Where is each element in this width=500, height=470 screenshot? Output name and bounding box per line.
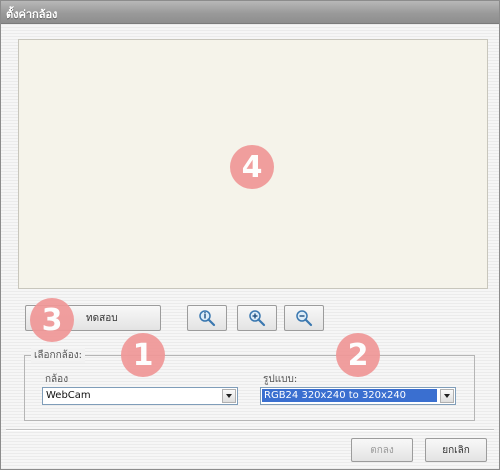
camera-selection-group-label: เลือกกล้อง: <box>31 348 86 363</box>
cancel-button-label: ยกเลิก <box>442 444 470 456</box>
camera-label: กล้อง <box>45 374 69 385</box>
magnifier-plus-icon <box>249 310 266 327</box>
annotation-badge-4: 4 <box>230 145 274 189</box>
title-bar[interactable]: ตั้งค่ากล้อง <box>1 1 499 24</box>
chevron-down-icon[interactable] <box>440 389 454 403</box>
window-title: ตั้งค่ากล้อง <box>6 8 58 21</box>
footer-separator <box>6 429 494 431</box>
magnifier-fit-icon <box>199 310 216 327</box>
test-button-label: ทดสอบ <box>86 312 118 324</box>
ok-button-label: ตกลง <box>370 444 394 456</box>
cancel-button[interactable]: ยกเลิก <box>425 438 487 462</box>
zoom-fit-button[interactable] <box>187 305 227 331</box>
annotation-badge-3: 3 <box>30 298 74 342</box>
chevron-down-icon[interactable] <box>222 389 236 403</box>
zoom-out-button[interactable] <box>284 305 324 331</box>
format-select[interactable]: RGB24 320x240 to 320x240 <box>260 387 456 405</box>
camera-select-value: WebCam <box>46 390 91 401</box>
format-select-value: RGB24 320x240 to 320x240 <box>262 389 437 402</box>
magnifier-minus-icon <box>296 310 313 327</box>
zoom-in-button[interactable] <box>237 305 277 331</box>
format-label: รูปแบบ: <box>263 374 298 385</box>
camera-settings-dialog: ตั้งค่ากล้อง ทดสอบ เลือกกล้อง: กล้อง Web… <box>0 0 500 470</box>
camera-select[interactable]: WebCam <box>42 387 238 405</box>
annotation-badge-2: 2 <box>336 333 380 377</box>
annotation-badge-1: 1 <box>121 333 165 377</box>
ok-button[interactable]: ตกลง <box>351 438 413 462</box>
